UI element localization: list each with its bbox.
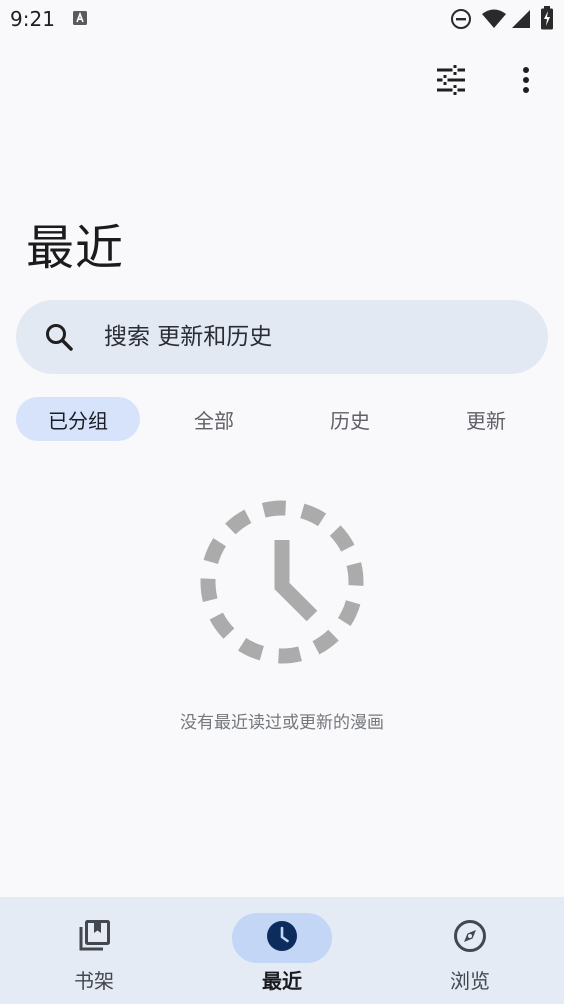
status-bar: 9:21 [0, 0, 564, 38]
nav-browse-label: 浏览 [450, 969, 490, 993]
library-books-icon [77, 919, 111, 957]
tune-icon [435, 65, 467, 99]
recent-screen: 9:21 最近 搜索 更新和历史 已分组 全部 历史 更新 没有最近读过或更新的… [0, 0, 564, 1004]
bottom-navigation: 书架 最近 浏览 [0, 897, 564, 1004]
tab-all[interactable]: 全部 [152, 397, 276, 441]
history-clock-icon [198, 498, 366, 670]
nav-library-label: 书架 [74, 969, 114, 993]
clock-icon [266, 920, 298, 956]
status-time: 9:21 [10, 7, 55, 31]
text-a-icon [72, 10, 88, 30]
nav-library-pill [44, 913, 144, 963]
search-icon[interactable] [44, 322, 74, 356]
search-input[interactable]: 搜索 更新和历史 [104, 322, 272, 352]
nav-item-library[interactable]: 书架 [0, 897, 188, 1004]
tab-grouped[interactable]: 已分组 [16, 397, 140, 441]
page-title: 最近 [26, 220, 125, 276]
nav-recent-label: 最近 [262, 969, 302, 993]
battery-charging-icon [540, 6, 554, 34]
signal-icon [510, 8, 532, 34]
compass-icon [453, 919, 487, 957]
wifi-icon [481, 8, 507, 34]
do-not-disturb-icon [450, 8, 472, 34]
more-vert-icon [522, 66, 530, 98]
search-bar[interactable] [16, 300, 548, 374]
empty-state-message: 没有最近读过或更新的漫画 [180, 713, 384, 733]
more-options-button[interactable] [502, 58, 550, 106]
nav-browse-pill [420, 913, 520, 963]
tab-updates[interactable]: 更新 [424, 397, 548, 441]
tab-history[interactable]: 历史 [288, 397, 412, 441]
nav-item-browse[interactable]: 浏览 [376, 897, 564, 1004]
nav-item-recent[interactable]: 最近 [188, 897, 376, 1004]
filter-button[interactable] [427, 58, 475, 106]
nav-recent-pill [232, 913, 332, 963]
